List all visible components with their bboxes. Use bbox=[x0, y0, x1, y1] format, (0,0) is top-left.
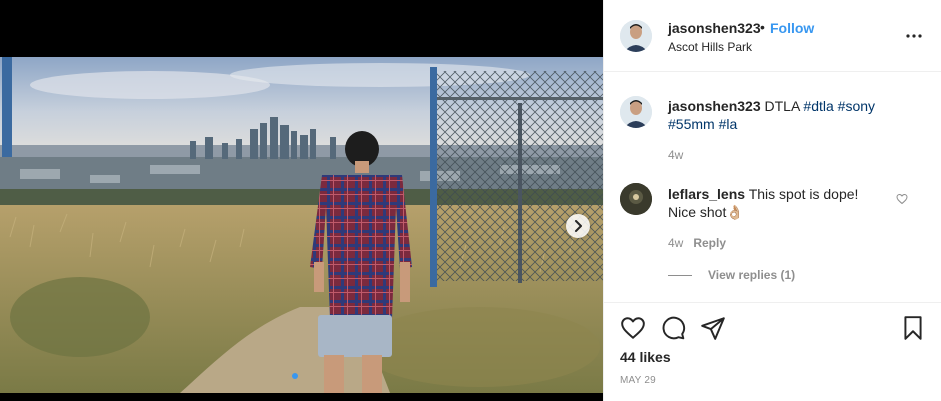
caption-username[interactable]: jasonshen323 bbox=[668, 98, 761, 114]
more-horizontal-icon bbox=[906, 34, 922, 38]
comment-button[interactable] bbox=[660, 315, 686, 341]
post-date[interactable]: MAY 29 bbox=[620, 375, 656, 386]
share-button[interactable] bbox=[700, 315, 726, 341]
author-username[interactable]: jasonshen323 bbox=[668, 20, 761, 36]
more-options-button[interactable] bbox=[902, 26, 926, 46]
follow-button[interactable]: Follow bbox=[770, 20, 814, 36]
commenter-avatar[interactable] bbox=[620, 183, 652, 215]
media-letterbox-bottom bbox=[0, 393, 603, 401]
caption-age[interactable]: 4w bbox=[668, 148, 683, 162]
save-button[interactable] bbox=[900, 315, 926, 341]
media-letterbox-top bbox=[0, 0, 603, 57]
caption-avatar[interactable] bbox=[620, 96, 652, 128]
caption-text: DTLA bbox=[764, 98, 800, 114]
header-separator: • bbox=[760, 19, 765, 35]
carousel-next-button[interactable] bbox=[566, 214, 590, 238]
post-header: jasonshen323 • Follow Ascot Hills Park bbox=[604, 0, 941, 72]
like-button[interactable] bbox=[620, 315, 646, 341]
heart-icon bbox=[621, 317, 645, 339]
comment-bubble-icon bbox=[662, 316, 686, 340]
paper-plane-icon bbox=[701, 317, 725, 340]
comment-age[interactable]: 4w bbox=[668, 236, 683, 250]
post-photo[interactable] bbox=[0, 57, 603, 393]
post-actions: 44 likes MAY 29 bbox=[604, 302, 941, 401]
chevron-right-icon bbox=[575, 220, 582, 232]
hashtag-link[interactable]: #55mm bbox=[668, 116, 715, 132]
hashtag-link[interactable]: #sony bbox=[838, 98, 875, 114]
post-caption: jasonshen323 DTLA #dtla #sony #55mm #la bbox=[668, 97, 918, 133]
carousel-indicator bbox=[292, 373, 298, 379]
hashtag-link[interactable]: #dtla bbox=[803, 98, 833, 114]
author-avatar[interactable] bbox=[620, 20, 652, 52]
comment-like-button[interactable] bbox=[896, 192, 910, 206]
view-replies-button[interactable]: View replies (1) bbox=[668, 268, 795, 282]
post-media[interactable] bbox=[0, 0, 603, 401]
comment-username[interactable]: leflars_lens bbox=[668, 186, 745, 202]
carousel-dot-active bbox=[292, 373, 298, 379]
bookmark-icon bbox=[904, 316, 922, 340]
hashtag-link[interactable]: #la bbox=[719, 116, 738, 132]
reply-button[interactable]: Reply bbox=[693, 236, 726, 250]
heart-outline-icon bbox=[896, 193, 908, 205]
likes-count[interactable]: 44 likes bbox=[620, 349, 671, 365]
comment-meta: 4w Reply bbox=[668, 236, 726, 250]
replies-divider-line bbox=[668, 274, 692, 276]
post-location[interactable]: Ascot Hills Park bbox=[668, 40, 752, 54]
view-replies-label[interactable]: View replies (1) bbox=[708, 268, 795, 282]
comment-item: leflars_lens This spot is dope! Nice sho… bbox=[668, 185, 888, 221]
post-side-panel: jasonshen323 • Follow Ascot Hills Park j… bbox=[603, 0, 941, 401]
